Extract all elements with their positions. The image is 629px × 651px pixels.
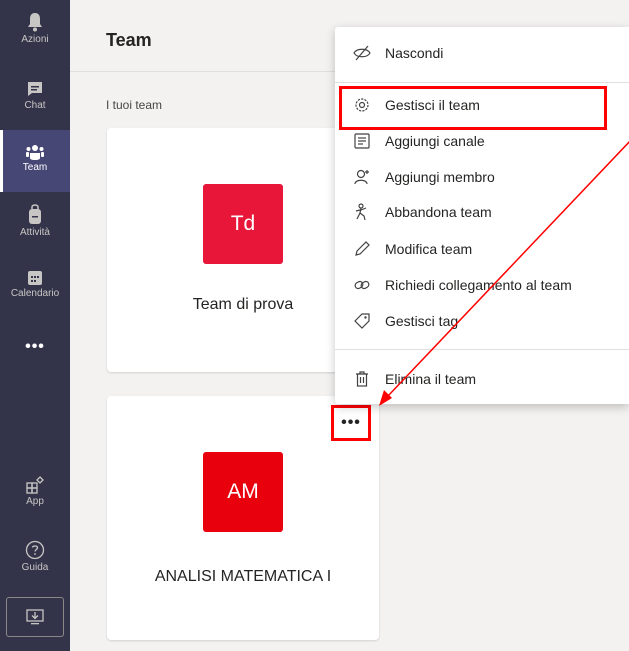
rail-item-guida[interactable]: Guida: [0, 540, 70, 573]
leave-icon: [355, 203, 367, 221]
team-avatar: AM: [203, 452, 283, 532]
rail-item-chat[interactable]: Chat: [0, 80, 70, 111]
pencil-icon: [355, 241, 370, 256]
rail-label: App: [26, 496, 44, 507]
rail-label: Calendario: [10, 288, 60, 299]
link-icon: [354, 280, 370, 290]
menu-item-elimina-team[interactable]: Elimina il team: [335, 364, 629, 394]
rail-label: Chat: [24, 100, 46, 111]
channel-icon: [354, 133, 370, 149]
tag-icon: [354, 313, 370, 329]
download-button[interactable]: [6, 597, 64, 637]
menu-item-richiedi-collegamento[interactable]: Richiedi collegamento al team: [335, 270, 629, 300]
more-apps-icon[interactable]: •••: [0, 338, 70, 356]
rail-item-calendario[interactable]: Calendario: [0, 270, 70, 299]
menu-divider: [335, 82, 629, 83]
rail-label: Team: [22, 162, 48, 173]
menu-item-nascondi[interactable]: Nascondi: [335, 38, 629, 68]
chat-icon: [28, 82, 42, 96]
app-rail: Azioni Chat Team Attività Calendario •••…: [0, 0, 70, 651]
rail-item-azioni[interactable]: Azioni: [0, 12, 70, 45]
highlight-box: [339, 86, 607, 130]
rail-label: Attività: [19, 227, 50, 238]
section-label: I tuoi team: [106, 98, 163, 112]
more-options-button[interactable]: •••: [331, 405, 371, 441]
rail-item-attivita[interactable]: Attività: [0, 204, 70, 238]
menu-item-gestisci-tag[interactable]: Gestisci tag: [335, 306, 629, 336]
download-icon: [26, 609, 44, 625]
add-member-icon: [354, 169, 369, 185]
team-name: ANALISI MATEMATICA I: [154, 568, 332, 585]
trash-icon: [356, 371, 368, 387]
rail-label: Guida: [21, 562, 49, 573]
help-icon: [25, 540, 45, 560]
menu-item-aggiungi-canale[interactable]: Aggiungi canale: [335, 126, 629, 156]
calendar-icon: [28, 271, 42, 285]
backpack-icon: [29, 204, 41, 224]
rail-item-team[interactable]: Team: [0, 130, 70, 192]
apps-icon: [26, 476, 44, 494]
team-icon: [26, 145, 44, 160]
page-title: Team: [106, 30, 152, 50]
rail-item-app[interactable]: App: [0, 476, 70, 507]
menu-item-aggiungi-membro[interactable]: Aggiungi membro: [335, 162, 629, 192]
hide-eye-icon: [353, 45, 371, 61]
menu-item-abbandona-team[interactable]: Abbandona team: [335, 197, 629, 227]
menu-divider: [335, 349, 629, 350]
rail-label: Azioni: [21, 34, 49, 45]
team-context-menu: Nascondi Gestisci il team Aggiungi canal…: [335, 27, 629, 404]
menu-item-modifica-team[interactable]: Modifica team: [335, 234, 629, 264]
team-avatar: Td: [203, 184, 283, 264]
bell-icon: [28, 13, 42, 32]
